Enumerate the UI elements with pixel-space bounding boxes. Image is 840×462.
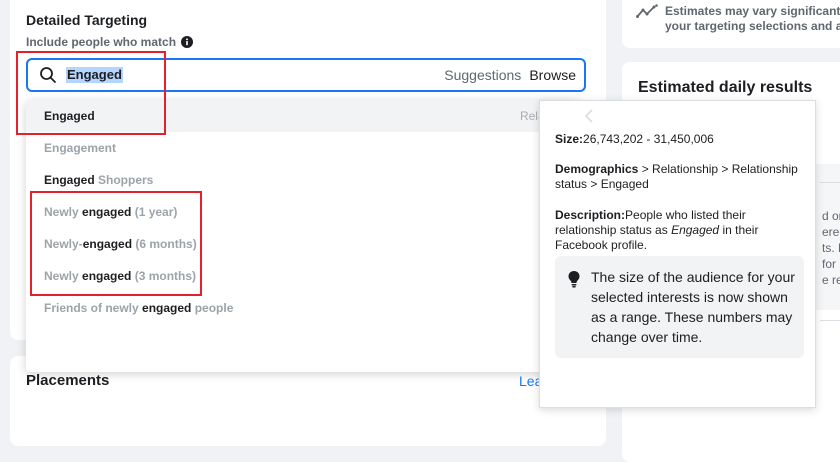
description-line-2c: in their [719,223,759,237]
estimate-note-line-1: Estimates may vary significantly [665,4,840,18]
suggestion-text: people [191,301,234,315]
suggestion-label: Friends of newly engaged people [44,301,233,315]
info-icon[interactable] [181,36,194,48]
highlight-box-engaged [16,51,166,135]
suggestion-label: Engagement [44,141,116,155]
side-fragment-5: e res [822,273,840,287]
description-label: Description: [555,208,626,222]
search-tabs: Suggestions Browse [444,67,576,83]
suggestion-match-text: Engaged [44,173,95,187]
side-divider-bottom [820,320,840,321]
side-fragment-1: d on [822,209,840,223]
estimate-note-line-2: your targeting selections and ava [665,19,840,33]
suggestion-text: Shoppers [94,173,154,187]
detailed-targeting-title: Detailed Targeting [26,12,148,28]
estimate-note: Estimates may vary significantly your ta… [665,4,840,34]
highlight-box-newly-engaged [30,191,202,296]
description-line-2a: relationship status as [555,223,672,237]
tab-browse[interactable]: Browse [529,67,576,83]
side-divider [820,182,840,183]
side-fragment-3: ts. N [822,241,840,255]
audience-tooltip: Size:26,743,202 - 31,450,006 Demographic… [539,100,816,408]
suggestion-item[interactable]: Friends of newly engaged peopleDemog [26,292,580,324]
chevron-left-icon[interactable] [584,109,594,123]
suggestion-text: Engagement [44,141,117,155]
description-line-1: People who listed their [625,208,746,222]
trend-icon [636,4,658,18]
description: Description:People who listed their rela… [555,208,800,253]
suggestion-label: Engaged Shoppers [44,173,153,187]
suggestion-match-text: engaged [142,301,192,315]
side-fragment-4: for [822,257,837,271]
lightbulb-icon [568,271,580,288]
range-info-note: The size of the audience for your select… [555,256,804,358]
suggestion-text: Friends of newly [44,301,143,315]
description-line-3: Facebook profile. [555,238,648,252]
include-label-text: Include people who match [26,35,177,49]
include-label: Include people who match [26,35,194,49]
demographics-path: Demographics > Relationship > Relationsh… [555,162,800,192]
demographics-path-2: status > Engaged [555,177,649,191]
demographics-path-1: > Relationship > Relationship [638,162,798,176]
size-value: 26,743,202 - 31,450,006 [583,132,714,146]
tab-suggestions[interactable]: Suggestions [444,67,521,83]
side-fragment-2: erec [822,225,840,239]
description-line-2b: Engaged [671,223,720,237]
placements-title: Placements [26,372,110,389]
range-info-text: The size of the audience for your select… [591,269,795,345]
estimated-daily-results-title: Estimated daily results [638,79,813,96]
demographics-label: Demographics [555,162,639,176]
size-label: Size: [555,132,584,146]
audience-size: Size:26,743,202 - 31,450,006 [555,132,800,147]
suggestion-item[interactable]: EngagementIn [26,132,580,164]
